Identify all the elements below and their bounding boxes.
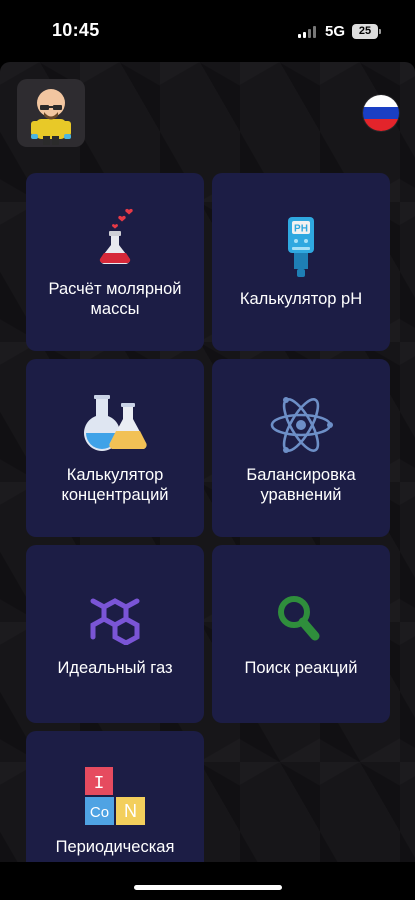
equation-balancing-card[interactable]: Балансировка уравнений (212, 359, 390, 537)
cellular-signal-icon (298, 26, 316, 38)
walter-white-avatar-icon (31, 89, 71, 145)
concentration-calculator-label: Калькулятор концентраций (61, 466, 169, 504)
element-letter-i: I (94, 774, 105, 794)
molar-mass-label: Расчёт молярной массы (48, 280, 182, 318)
periodic-table-label: Периодическая (55, 838, 175, 856)
element-letter-n: N (124, 801, 137, 821)
app-main: Расчёт молярноймассы PH Калькулятор pH (0, 62, 415, 862)
periodic-table-card[interactable]: I Co N Периодическая (26, 731, 204, 862)
russian-flag-icon (363, 95, 399, 131)
flask-hearts-icon (99, 208, 133, 264)
reaction-search-label: Поиск реакций (244, 659, 358, 677)
bottom-bar (0, 862, 415, 900)
battery-level: 25 (358, 25, 372, 37)
equation-balancing-label: Балансировка уравнений (246, 466, 356, 504)
flasks-icon (84, 395, 147, 451)
language-flag-button[interactable] (363, 95, 399, 131)
atom-icon (270, 397, 333, 453)
battery-icon: 25 (352, 24, 381, 39)
network-type: 5G (325, 23, 346, 40)
ph-meter-icon: PH (288, 217, 314, 277)
status-time: 10:45 (52, 20, 100, 40)
ideal-gas-label: Идеальный газ (57, 659, 173, 677)
element-letter-co: Co (90, 804, 109, 821)
home-indicator[interactable] (134, 885, 282, 890)
ideal-gas-card[interactable]: Идеальный газ (26, 545, 204, 723)
periodic-elements-icon: I Co N (85, 767, 145, 825)
avatar-button[interactable] (17, 79, 85, 147)
reaction-search-card[interactable]: Поиск реакций (212, 545, 390, 723)
svg-text:PH: PH (294, 224, 308, 235)
magnifier-icon (278, 596, 320, 641)
concentration-calculator-card[interactable]: Калькулятор концентраций (26, 359, 204, 537)
ph-calculator-card[interactable]: PH Калькулятор pH (212, 173, 390, 351)
status-bar: 10:45 5G 25 (0, 0, 415, 62)
molecule-icon (90, 598, 140, 645)
molar-mass-card[interactable]: Расчёт молярной массы (26, 173, 204, 351)
phone-screen: 10:45 5G 25 Расчёт молярной массы PH Кал… (0, 0, 415, 900)
ph-calculator-label: Калькулятор pH (239, 290, 363, 308)
